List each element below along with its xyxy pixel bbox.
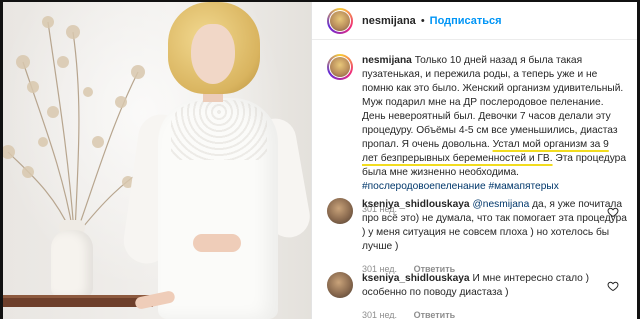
post-sidebar: nesmijana • Подписаться nesmijana Только… (311, 2, 637, 319)
comment: kseniya_shidlouskaya @nesmijana да, я уж… (327, 198, 627, 276)
author-avatar-icon[interactable] (327, 7, 353, 34)
heart-icon[interactable] (607, 280, 619, 292)
caption-hashtags[interactable]: #послеродовоепеленание #мамапятерых (362, 181, 559, 192)
post-photo[interactable] (3, 2, 311, 319)
shelf (3, 298, 153, 307)
author-username[interactable]: nesmijana (362, 15, 416, 27)
vase (51, 230, 93, 298)
comment-time[interactable]: 301 нед. (362, 310, 397, 319)
follow-button[interactable]: Подписаться (430, 15, 502, 27)
comment-username[interactable]: kseniya_shidlouskaya (362, 199, 470, 210)
face (191, 24, 235, 84)
commenter-avatar-icon[interactable] (327, 272, 353, 298)
heart-icon[interactable] (607, 206, 619, 218)
post-header: nesmijana • Подписаться (312, 2, 637, 40)
comment: kseniya_shidlouskaya И мне интересно ста… (327, 272, 627, 319)
instagram-post: nesmijana • Подписаться nesmijana Только… (3, 2, 637, 319)
caption-username[interactable]: nesmijana (362, 55, 412, 66)
comment-username[interactable]: kseniya_shidlouskaya (362, 273, 470, 284)
commenter-avatar-icon[interactable] (327, 198, 353, 224)
dress-lace (171, 100, 267, 160)
separator-dot: • (420, 14, 425, 27)
reply-button[interactable]: Ответить (414, 310, 456, 319)
hand (193, 234, 241, 252)
comment-mention[interactable]: @nesmijana (472, 199, 529, 210)
caption-text: Только 10 дней назад я была такая пузате… (362, 55, 624, 150)
post-caption: nesmijana Только 10 дней назад я была та… (327, 54, 627, 216)
caption-avatar-icon[interactable] (327, 54, 353, 80)
